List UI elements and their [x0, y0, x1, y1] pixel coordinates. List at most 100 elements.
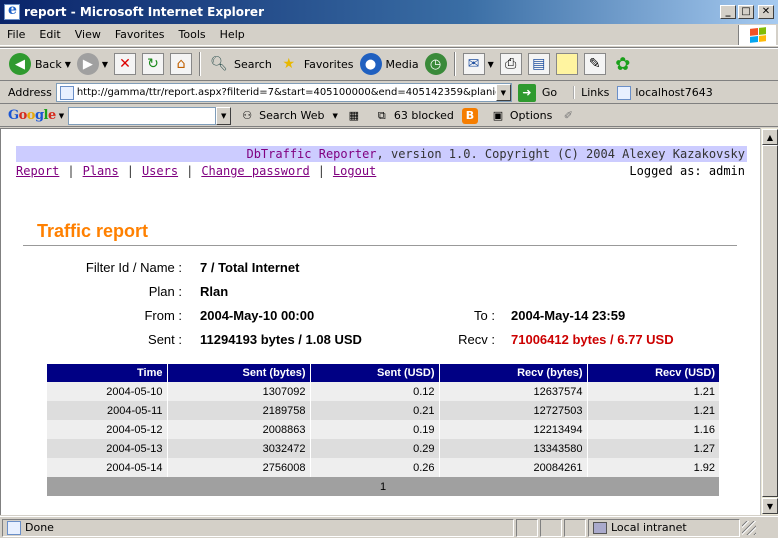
table-row: 2004-05-13 3032472 0.29 13343580 1.27 — [47, 439, 719, 458]
cell-recv-usd: 1.21 — [587, 382, 719, 401]
security-zone[interactable]: Local intranet — [588, 518, 740, 537]
cell-sent-usd: 0.12 — [310, 382, 440, 401]
edit-button[interactable]: ▤ — [525, 49, 553, 79]
close-button[interactable]: ✕ — [758, 5, 774, 19]
print-button[interactable]: ⎙ — [497, 49, 525, 79]
intranet-icon — [593, 521, 607, 534]
pagerank-button[interactable]: ▦ — [346, 108, 366, 124]
nav-logout-link[interactable]: Logout — [333, 164, 376, 178]
nav-change-password-link[interactable]: Change password — [201, 164, 309, 178]
popup-blocker-button[interactable]: ⧉ 63 blocked — [374, 108, 454, 124]
menu-view[interactable]: View — [68, 28, 108, 41]
app-header: DbTraffic Reporter, version 1.0. Copyrig… — [16, 146, 747, 162]
google-search-input[interactable] — [68, 106, 217, 125]
link-localhost[interactable]: localhost7643 — [617, 85, 713, 100]
scroll-thumb[interactable] — [762, 145, 778, 497]
menu-edit[interactable]: Edit — [32, 28, 67, 41]
maximize-button[interactable]: □ — [738, 5, 754, 19]
google-logo[interactable]: Google — [8, 108, 56, 123]
search-web-button[interactable]: ⚇ Search Web ▼ — [239, 108, 338, 124]
table-row: 2004-05-10 1307092 0.12 12637574 1.21 — [47, 382, 719, 401]
address-dropdown-icon[interactable]: ▼ — [495, 84, 511, 101]
minimize-button[interactable]: _ — [720, 5, 736, 19]
address-url[interactable]: http://gamma/ttr/report.aspx?filterid=7&… — [77, 87, 496, 98]
column-header-recv-bytes: Recv (bytes) — [439, 364, 588, 382]
cell-time: 2004-05-14 — [47, 458, 168, 477]
status-extra-cell — [564, 518, 586, 537]
app-copyright: , version 1.0. Copyright (C) 2004 Alexey… — [376, 147, 745, 161]
google-search-dropdown-icon[interactable]: ▼ — [216, 106, 232, 125]
filter-label: Filter Id / Name : — [85, 260, 182, 275]
highlight-button[interactable]: ✐ — [560, 108, 580, 124]
research-icon: ✎ — [583, 53, 606, 75]
home-button[interactable]: ⌂ — [167, 49, 195, 79]
binoculars-icon: ⚇ — [242, 109, 253, 122]
column-header-recv-usd: Recv (USD) — [587, 364, 719, 382]
pager-page-1[interactable]: 1 — [47, 477, 719, 496]
mail-dropdown-icon[interactable]: ▼ — [488, 60, 494, 69]
standard-toolbar: ◀ Back ▼ ▶ ▼ ✕ ↻ ⌂ 🔍︎ Search ★ Favorites… — [0, 47, 778, 81]
cell-sent-bytes: 2189758 — [167, 401, 311, 420]
mail-icon: ✉ — [462, 53, 485, 75]
traffic-table: Time Sent (bytes) Sent (USD) Recv (bytes… — [47, 364, 719, 496]
media-button[interactable]: ● Media — [357, 49, 422, 79]
edit-page-icon: ▤ — [527, 53, 550, 75]
nav-plans-link[interactable]: Plans — [83, 164, 119, 178]
back-button[interactable]: ◀ Back ▼ — [6, 49, 74, 79]
favorites-button[interactable]: ★ Favorites — [275, 49, 357, 79]
messenger-button[interactable]: ✿ — [609, 49, 637, 79]
options-button[interactable]: ▣ Options — [490, 108, 553, 124]
page-icon — [59, 85, 74, 100]
status-progress-cell — [516, 518, 538, 537]
page-title: Traffic report — [37, 221, 149, 241]
popup-blocked-icon: ⧉ — [377, 108, 386, 122]
media-globe-icon: ● — [359, 53, 382, 75]
history-button[interactable]: ◷ — [422, 49, 450, 79]
pagerank-icon: ▦ — [348, 109, 360, 122]
resize-grip-icon[interactable] — [742, 520, 756, 535]
research-button[interactable]: ✎ — [581, 49, 609, 79]
status-text: Done — [25, 521, 54, 534]
google-menu-dropdown-icon[interactable]: ▼ — [59, 112, 64, 120]
scroll-down-icon[interactable]: ▼ — [762, 498, 778, 514]
blogger-button[interactable]: B — [461, 107, 482, 124]
scroll-up-icon[interactable]: ▲ — [762, 129, 778, 145]
app-brand: DbTraffic Reporter — [246, 147, 377, 161]
search-button[interactable]: 🔍︎ Search — [205, 49, 275, 79]
plan-label: Plan : — [148, 284, 182, 299]
search-web-dropdown-icon[interactable]: ▼ — [332, 112, 337, 120]
table-pager-row: 1 — [47, 477, 719, 496]
menu-tools[interactable]: Tools — [172, 28, 213, 41]
table-row: 2004-05-12 2008863 0.19 12213494 1.16 — [47, 420, 719, 439]
menu-favorites[interactable]: Favorites — [108, 28, 172, 41]
logged-as-text: Logged as: admin — [629, 164, 745, 178]
cell-recv-bytes: 20084261 — [439, 458, 588, 477]
home-icon: ⌂ — [170, 53, 193, 75]
forward-button[interactable]: ▶ ▼ — [74, 49, 111, 79]
menu-file[interactable]: File — [0, 28, 32, 41]
cell-sent-usd: 0.29 — [310, 439, 440, 458]
go-label: Go — [541, 86, 558, 99]
nav-users-link[interactable]: Users — [142, 164, 178, 178]
menu-help[interactable]: Help — [213, 28, 252, 41]
cell-recv-usd: 1.27 — [587, 439, 719, 458]
vertical-scrollbar[interactable]: ▲ ▼ — [760, 128, 778, 515]
column-header-sent-usd: Sent (USD) — [310, 364, 440, 382]
back-dropdown-icon[interactable]: ▼ — [65, 60, 71, 69]
cell-sent-bytes: 2756008 — [167, 458, 311, 477]
go-arrow-icon: ➜ — [517, 83, 536, 102]
nav-report-link[interactable]: Report — [16, 164, 59, 178]
address-input[interactable]: http://gamma/ttr/report.aspx?filterid=7&… — [55, 83, 512, 102]
links-label[interactable]: Links — [573, 86, 609, 99]
cell-sent-usd: 0.21 — [310, 401, 440, 420]
window-title: report - Microsoft Internet Explorer — [24, 5, 264, 19]
discuss-button[interactable] — [553, 49, 581, 79]
page-icon — [617, 85, 632, 100]
forward-dropdown-icon[interactable]: ▼ — [102, 60, 108, 69]
refresh-button[interactable]: ↻ — [139, 49, 167, 79]
stop-button[interactable]: ✕ — [111, 49, 139, 79]
go-button[interactable]: ➜ Go — [517, 83, 558, 102]
mail-button[interactable]: ✉ ▼ — [460, 49, 497, 79]
toolbar-separator — [199, 52, 202, 76]
cell-recv-usd: 1.92 — [587, 458, 719, 477]
